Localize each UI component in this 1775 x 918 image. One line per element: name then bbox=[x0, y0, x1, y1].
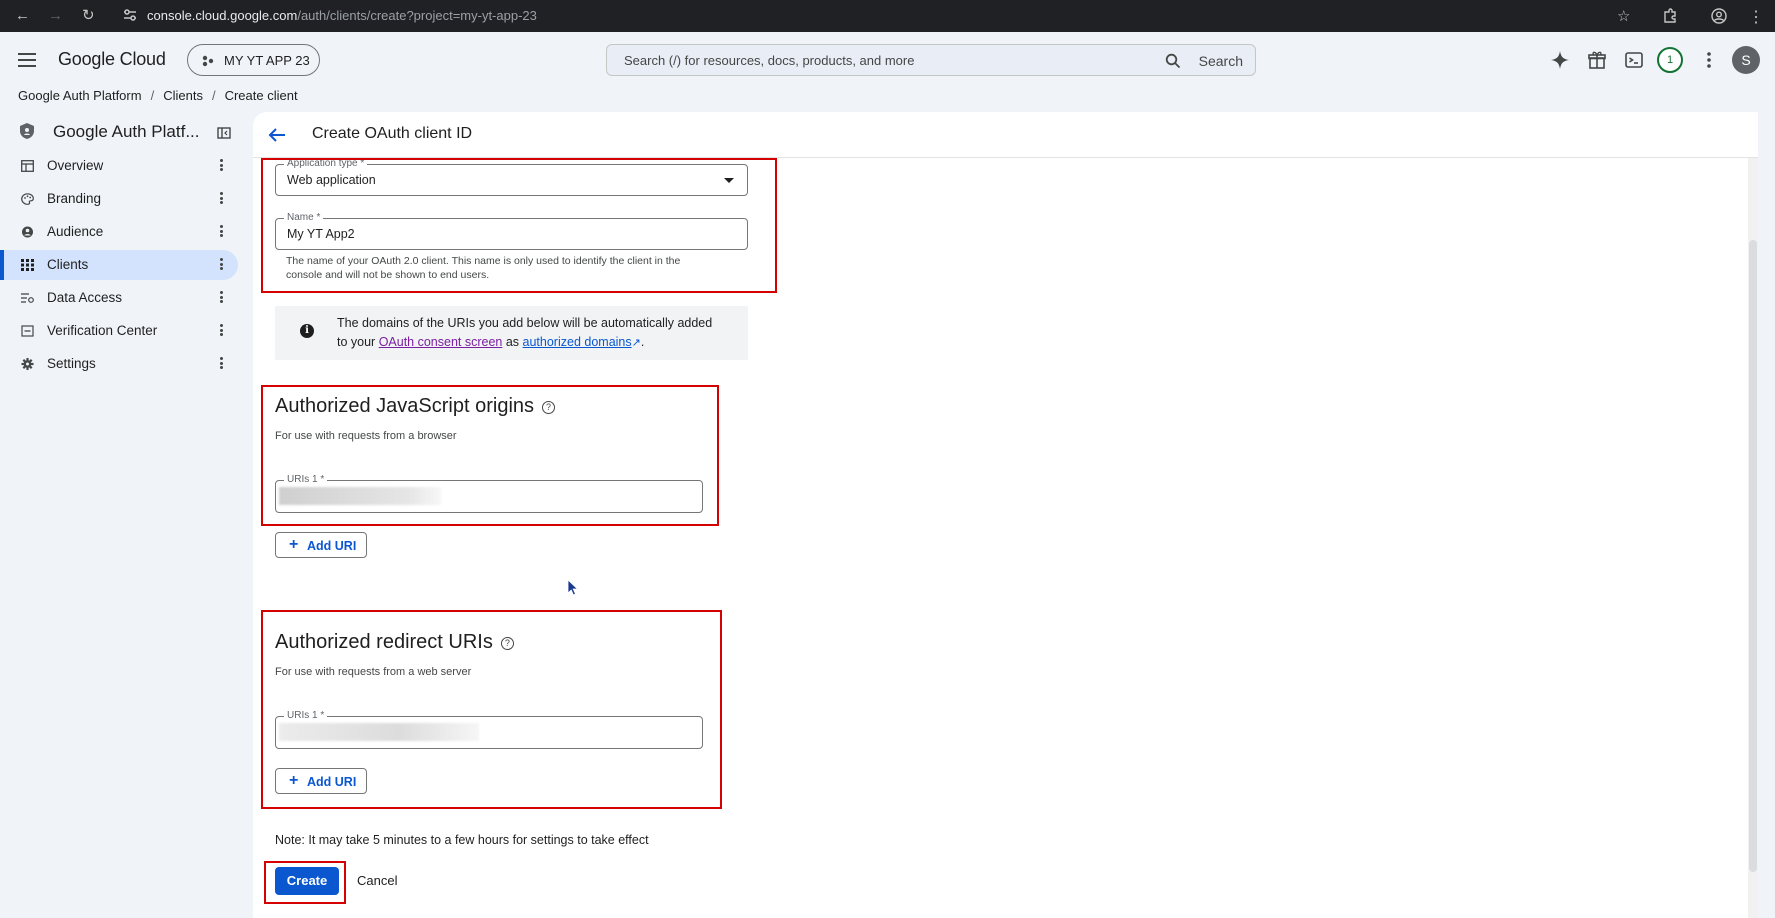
more-vert-icon[interactable] bbox=[218, 258, 224, 272]
more-vert-icon[interactable] bbox=[218, 291, 224, 305]
address-bar[interactable]: console.cloud.google.com/auth/clients/cr… bbox=[147, 8, 537, 23]
sidebar-item-data-access[interactable]: Data Access bbox=[0, 283, 238, 313]
gift-icon[interactable] bbox=[1587, 50, 1607, 70]
sidebar-item-verification-center[interactable]: Verification Center bbox=[0, 316, 238, 346]
extensions-icon[interactable] bbox=[1662, 8, 1678, 24]
sidebar-item-audience[interactable]: Audience bbox=[0, 217, 238, 247]
gemini-sparkle-icon[interactable] bbox=[1550, 50, 1570, 70]
console-header: Google Cloud MY YT APP 23 Search (/) for… bbox=[0, 32, 1775, 88]
cancel-button[interactable]: Cancel bbox=[357, 873, 397, 888]
authorized-domains-link[interactable]: authorized domains bbox=[523, 335, 632, 349]
sidebar-title: Google Auth Platf... bbox=[53, 122, 200, 141]
shield-icon bbox=[20, 123, 34, 139]
info-text-fragment: to your bbox=[337, 335, 379, 349]
sidebar: Google Auth Platf... Overview Branding A… bbox=[0, 112, 244, 918]
settings-note: Note: It may take 5 minutes to a few hou… bbox=[275, 833, 649, 847]
reload-icon[interactable]: ↻ bbox=[82, 7, 95, 25]
mouse-cursor-icon bbox=[567, 579, 579, 596]
info-text: The domains of the URIs you add below wi… bbox=[337, 314, 737, 353]
highlight-box bbox=[264, 861, 346, 904]
sidebar-item-label: Verification Center bbox=[47, 323, 158, 338]
google-cloud-logo[interactable]: Google Cloud bbox=[58, 49, 166, 70]
url-host: console.cloud.google.com bbox=[147, 8, 298, 23]
breadcrumb-item: Create client bbox=[224, 88, 298, 103]
gear-icon bbox=[21, 358, 34, 370]
sidebar-item-label: Data Access bbox=[47, 290, 123, 305]
notifications-badge[interactable]: 1 bbox=[1657, 47, 1683, 73]
highlight-box bbox=[261, 385, 719, 526]
active-indicator bbox=[0, 250, 4, 280]
site-settings-icon[interactable] bbox=[122, 8, 138, 22]
scrollbar-thumb[interactable] bbox=[1749, 240, 1757, 872]
search-input[interactable]: Search (/) for resources, docs, products… bbox=[606, 44, 1256, 76]
cloud-shell-icon[interactable] bbox=[1624, 50, 1644, 70]
project-picker[interactable]: MY YT APP 23 bbox=[187, 44, 320, 76]
page-title: Create OAuth client ID bbox=[312, 125, 473, 142]
url-path: /auth/clients/create?project=my-yt-app-2… bbox=[297, 8, 537, 23]
more-vert-icon[interactable] bbox=[218, 225, 224, 239]
browser-menu-icon[interactable]: ⋮ bbox=[1748, 7, 1764, 27]
more-vert-icon[interactable] bbox=[218, 324, 224, 338]
breadcrumb: Google Auth Platform / Clients / Create clie… bbox=[18, 88, 298, 103]
breadcrumb-item[interactable]: Clients bbox=[163, 88, 203, 103]
collapse-sidebar-icon[interactable] bbox=[217, 127, 231, 139]
info-icon: i bbox=[300, 324, 314, 338]
main-menu-icon[interactable] bbox=[18, 53, 36, 67]
external-link-icon: ↗ bbox=[631, 337, 641, 349]
person-icon bbox=[22, 226, 33, 238]
breadcrumb-item[interactable]: Google Auth Platform bbox=[18, 88, 142, 103]
sidebar-item-label: Overview bbox=[47, 158, 104, 173]
bookmark-star-icon[interactable]: ☆ bbox=[1617, 7, 1630, 25]
search-button[interactable]: Search bbox=[1199, 53, 1243, 69]
info-banner: i The domains of the URIs you add below … bbox=[275, 306, 748, 360]
search-icon bbox=[1165, 53, 1181, 69]
more-vert-icon[interactable] bbox=[1699, 50, 1719, 70]
sidebar-item-clients[interactable]: Clients bbox=[0, 250, 238, 280]
highlight-box bbox=[261, 158, 777, 293]
grid-icon bbox=[21, 259, 34, 271]
info-text-fragment: . bbox=[640, 335, 645, 349]
avatar[interactable]: S bbox=[1732, 46, 1760, 74]
more-vert-icon[interactable] bbox=[218, 357, 224, 371]
sidebar-item-overview[interactable]: Overview bbox=[0, 151, 238, 181]
dashboard-icon bbox=[21, 160, 34, 172]
more-vert-icon[interactable] bbox=[218, 159, 224, 173]
add-js-origin-button[interactable]: + Add URI bbox=[275, 532, 367, 558]
oauth-consent-screen-link[interactable]: OAuth consent screen bbox=[379, 335, 503, 349]
plus-icon: + bbox=[289, 536, 299, 553]
page-header: Create OAuth client ID bbox=[253, 112, 1758, 158]
profile-icon[interactable] bbox=[1711, 8, 1727, 24]
sidebar-item-label: Clients bbox=[47, 257, 89, 272]
add-uri-label: Add URI bbox=[307, 539, 357, 553]
browser-toolbar: ← → ↻ console.cloud.google.com/auth/clie… bbox=[0, 0, 1775, 32]
info-text-fragment: as bbox=[502, 335, 523, 349]
palette-icon bbox=[21, 193, 34, 205]
data-access-icon bbox=[21, 293, 34, 303]
highlight-box bbox=[261, 610, 722, 809]
verification-icon bbox=[21, 325, 34, 337]
back-arrow-icon[interactable] bbox=[268, 127, 286, 143]
sidebar-item-label: Settings bbox=[47, 356, 96, 371]
search-placeholder: Search (/) for resources, docs, products… bbox=[624, 53, 915, 68]
sidebar-item-settings[interactable]: Settings bbox=[0, 349, 238, 379]
sidebar-item-branding[interactable]: Branding bbox=[0, 184, 238, 214]
browser-forward-icon[interactable]: → bbox=[48, 7, 63, 25]
info-line: to your OAuth consent screen as authoriz… bbox=[337, 333, 737, 353]
info-line: The domains of the URIs you add below wi… bbox=[337, 316, 713, 330]
sidebar-item-label: Branding bbox=[47, 191, 102, 206]
project-name: MY YT APP 23 bbox=[224, 53, 310, 68]
browser-back-icon[interactable]: ← bbox=[15, 7, 30, 25]
project-icon bbox=[202, 55, 214, 67]
more-vert-icon[interactable] bbox=[218, 192, 224, 206]
sidebar-item-label: Audience bbox=[47, 224, 104, 239]
